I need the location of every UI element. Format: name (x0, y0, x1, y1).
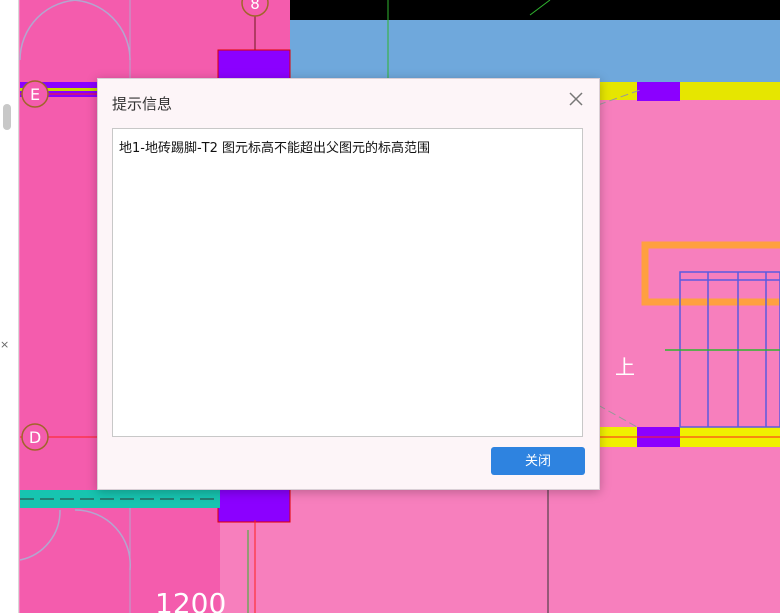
close-button[interactable]: 关闭 (491, 447, 585, 475)
svg-text:上: 上 (615, 355, 635, 379)
svg-text:E: E (30, 85, 40, 104)
stair-up-text: 上 (615, 355, 635, 379)
left-panel-close-icon[interactable]: × (0, 338, 9, 351)
close-icon[interactable] (565, 88, 587, 110)
grid-label-d: D (29, 428, 41, 447)
svg-text:1200: 1200 (155, 587, 226, 613)
left-panel-scrollbar[interactable] (3, 104, 11, 130)
svg-text:8: 8 (250, 0, 260, 13)
svg-text:D: D (29, 428, 41, 447)
grid-label-8: 8 (250, 0, 260, 13)
dialog-title: 提示信息 (112, 95, 173, 113)
dimension-text: 1200 (155, 587, 226, 613)
message-text: 地1-地砖踢脚-T2 图元标高不能超出父图元的标高范围 (119, 141, 430, 156)
message-textarea[interactable]: 地1-地砖踢脚-T2 图元标高不能超出父图元的标高范围 (112, 128, 583, 437)
grid-label-e: E (30, 85, 40, 104)
left-panel-strip: × (0, 0, 19, 613)
message-dialog: 提示信息 地1-地砖踢脚-T2 图元标高不能超出父图元的标高范围 关闭 (97, 78, 600, 490)
